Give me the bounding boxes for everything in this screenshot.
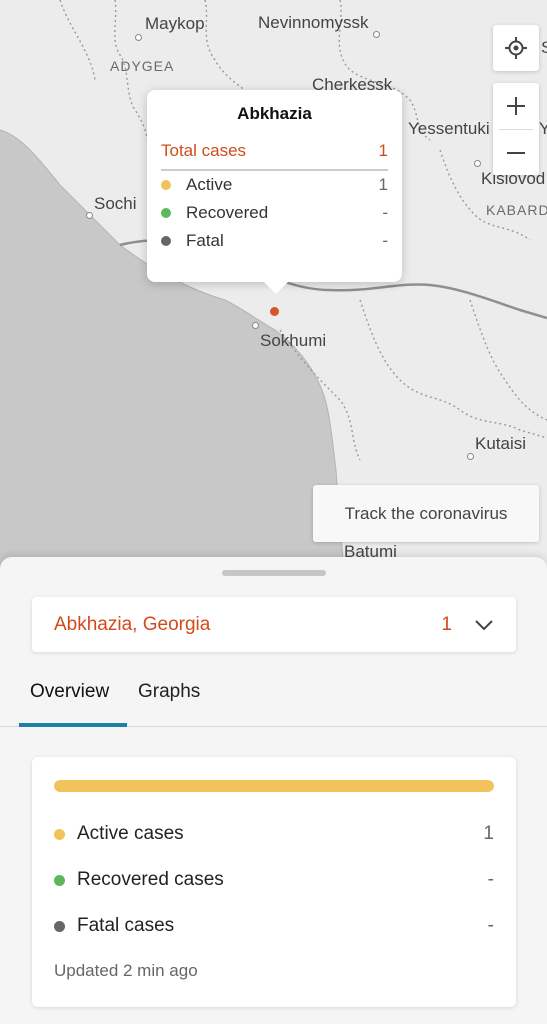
city-label: Yessentuki xyxy=(408,119,490,138)
fatal-dot-icon xyxy=(54,920,65,932)
case-marker-pin[interactable] xyxy=(270,307,279,316)
sheet-drag-handle[interactable] xyxy=(222,570,326,576)
city-label: S xyxy=(541,38,547,57)
map[interactable]: Maykop Nevinnomyssk ADYGEA Cherkessk Yes… xyxy=(0,0,547,580)
stat-row-recovered: Recovered cases - xyxy=(54,869,494,891)
track-coronavirus-button[interactable]: Track the coronavirus xyxy=(313,485,539,542)
updated-timestamp: Updated 2 min ago xyxy=(54,961,198,980)
stat-row-fatal: Fatal cases - xyxy=(54,915,494,937)
zoom-controls xyxy=(493,83,539,175)
tooltip-title: Abkhazia xyxy=(237,104,312,123)
city-dot xyxy=(467,453,474,460)
tooltip-row-label: Recovered xyxy=(186,203,269,222)
location-selector[interactable]: Abkhazia, Georgia 1 xyxy=(32,597,516,652)
plus-icon xyxy=(507,97,525,115)
minus-icon xyxy=(507,152,525,154)
stat-value: 1 xyxy=(483,823,494,844)
city-dot xyxy=(86,212,93,219)
tooltip-row-label: Fatal xyxy=(186,231,224,250)
city-label: Kutaisi xyxy=(475,434,527,453)
city-label: Y xyxy=(539,119,547,138)
tooltip-row-recovered: Recovered - xyxy=(161,199,388,227)
stat-label: Active cases xyxy=(77,823,184,844)
location-count: 1 xyxy=(441,613,452,635)
active-cases-bar-fill xyxy=(54,780,494,792)
tooltip-total-label: Total cases xyxy=(161,141,247,160)
city-label: Maykop xyxy=(145,14,205,33)
region-label: ADYGEA xyxy=(110,58,175,74)
active-dot-icon xyxy=(161,180,171,190)
zoom-out-button[interactable] xyxy=(493,130,539,176)
crosshair-icon xyxy=(505,37,527,59)
chevron-down-icon xyxy=(475,619,493,630)
tooltip-row-fatal: Fatal - xyxy=(161,227,388,255)
active-dot-icon xyxy=(54,828,65,840)
city-dot xyxy=(252,322,259,329)
region-label: KABARD xyxy=(486,202,547,218)
stat-label: Recovered cases xyxy=(77,869,224,890)
tooltip-row-value: - xyxy=(382,231,388,250)
city-label: Sokhumi xyxy=(260,331,327,350)
tab-graphs[interactable]: Graphs xyxy=(138,681,200,703)
location-name: Abkhazia, Georgia xyxy=(54,613,211,635)
cases-bar xyxy=(54,780,494,792)
tab-bar: Overview Graphs xyxy=(0,667,547,727)
stats-card: Active cases 1 Recovered cases - Fatal c… xyxy=(32,757,516,1007)
zoom-in-button[interactable] xyxy=(493,83,539,129)
region-tooltip: Abkhazia Total cases 1 Active 1 Recovere… xyxy=(147,90,402,294)
fatal-dot-icon xyxy=(161,236,171,246)
tooltip-row-value: 1 xyxy=(378,175,388,194)
stat-row-active: Active cases 1 xyxy=(54,823,494,845)
stat-value: - xyxy=(487,915,494,936)
city-dot xyxy=(474,160,481,167)
bottom-sheet: Abkhazia, Georgia 1 Overview Graphs Acti… xyxy=(0,557,547,1024)
active-tab-indicator xyxy=(19,723,127,727)
tooltip-row-value: - xyxy=(382,203,388,222)
locate-me-button[interactable] xyxy=(493,25,539,71)
recovered-dot-icon xyxy=(161,208,171,218)
city-label: Nevinnomyssk xyxy=(258,13,369,32)
tooltip-row-active: Active 1 xyxy=(161,171,388,199)
tooltip-total-row: Total cases 1 xyxy=(161,141,388,171)
city-dot xyxy=(373,31,380,38)
tooltip-total-value: 1 xyxy=(378,141,388,160)
stat-value: - xyxy=(487,869,494,890)
tooltip-row-label: Active xyxy=(186,175,233,194)
tab-overview[interactable]: Overview xyxy=(30,681,109,703)
recovered-dot-icon xyxy=(54,874,65,886)
city-label: Sochi xyxy=(94,194,137,213)
city-dot xyxy=(135,34,142,41)
stat-label: Fatal cases xyxy=(77,915,175,936)
